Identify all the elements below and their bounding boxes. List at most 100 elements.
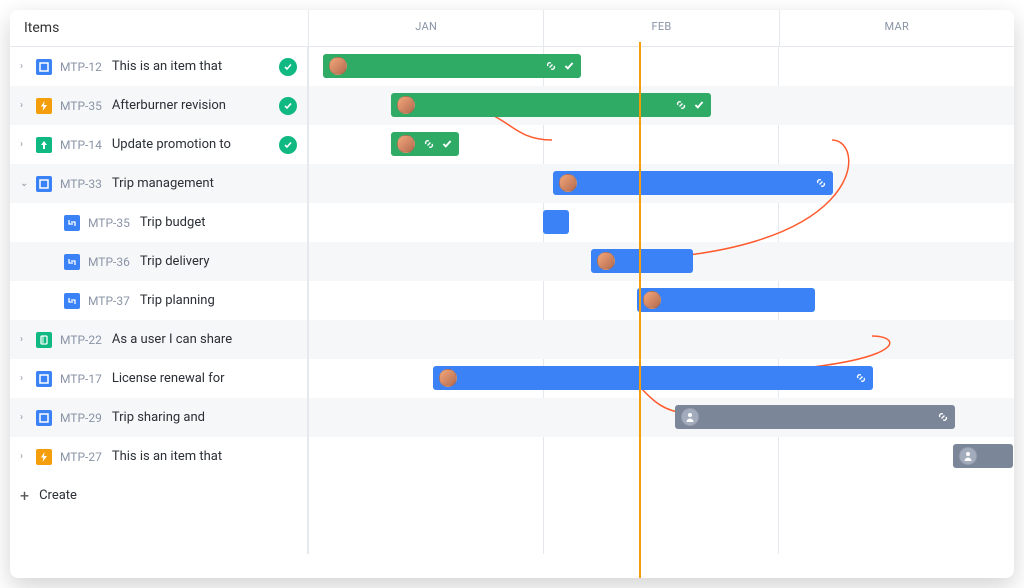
timeline-row <box>308 476 1014 515</box>
link-icon[interactable] <box>675 96 687 115</box>
item-summary[interactable]: As a user I can share <box>112 332 297 347</box>
month-mar: MAR <box>779 10 1014 46</box>
item-row[interactable]: › MTP-35 Afterburner revision <box>10 86 307 125</box>
body: › MTP-12 This is an item that › MTP-35 Afterb… <box>10 47 1014 554</box>
timeline-row[interactable] <box>308 203 1014 242</box>
item-row[interactable]: › MTP-17 License renewal for <box>10 359 307 398</box>
gantt-bar[interactable] <box>675 405 955 429</box>
item-row[interactable]: MTP-35 Trip budget <box>10 203 307 242</box>
item-summary[interactable]: Trip management <box>112 176 297 191</box>
create-button[interactable]: + Create <box>10 476 307 515</box>
sub-type-icon <box>64 215 80 231</box>
link-icon[interactable] <box>423 135 435 154</box>
gantt-bar[interactable] <box>323 54 581 78</box>
chevron-right-icon[interactable]: › <box>20 61 36 72</box>
link-icon[interactable] <box>937 408 949 427</box>
done-check-icon <box>279 97 297 115</box>
item-key[interactable]: MTP-33 <box>60 177 102 191</box>
items-column: › MTP-12 This is an item that › MTP-35 Afterb… <box>10 47 308 554</box>
item-summary[interactable]: Update promotion to <box>112 137 273 152</box>
item-key[interactable]: MTP-22 <box>60 333 102 347</box>
chevron-right-icon[interactable]: › <box>20 412 36 423</box>
item-key[interactable]: MTP-37 <box>88 294 130 308</box>
item-row[interactable]: › MTP-14 Update promotion to <box>10 125 307 164</box>
item-row[interactable]: MTP-36 Trip delivery <box>10 242 307 281</box>
chevron-right-icon[interactable]: › <box>20 139 36 150</box>
item-key[interactable]: MTP-12 <box>60 60 102 74</box>
chevron-right-icon[interactable]: › <box>20 100 36 111</box>
done-check-icon <box>279 136 297 154</box>
gantt-bar[interactable] <box>433 366 873 390</box>
timeline-row[interactable] <box>308 86 1014 125</box>
timeline[interactable] <box>308 47 1014 554</box>
gantt-bar[interactable] <box>953 444 1013 468</box>
item-summary[interactable]: Afterburner revision <box>112 98 273 113</box>
timeline-row[interactable] <box>308 398 1014 437</box>
timeline-row[interactable] <box>308 47 1014 86</box>
item-summary[interactable]: Trip sharing and <box>112 410 297 425</box>
book-type-icon <box>36 332 52 348</box>
gantt-bar[interactable] <box>391 132 459 156</box>
link-icon[interactable] <box>545 57 557 76</box>
gantt-bar[interactable] <box>543 210 569 234</box>
gantt-bar[interactable] <box>391 93 711 117</box>
timeline-row[interactable] <box>308 281 1014 320</box>
link-icon[interactable] <box>855 369 867 388</box>
story-type-icon <box>36 176 52 192</box>
unassigned-avatar-icon[interactable] <box>959 447 977 465</box>
roadmap-board: Items JAN FEB MAR › MTP-12 This is an item… <box>10 10 1014 578</box>
item-row[interactable]: ⌄ MTP-33 Trip management <box>10 164 307 203</box>
avatar[interactable] <box>397 96 415 114</box>
timeline-row[interactable] <box>308 359 1014 398</box>
chevron-right-icon[interactable]: › <box>20 451 36 462</box>
header-row: Items JAN FEB MAR <box>10 10 1014 47</box>
bolt-type-icon <box>36 449 52 465</box>
item-summary[interactable]: License renewal for <box>112 371 297 386</box>
items-header: Items <box>10 10 308 46</box>
avatar[interactable] <box>439 369 457 387</box>
timeline-row[interactable] <box>308 164 1014 203</box>
item-row[interactable]: › MTP-27 This is an item that <box>10 437 307 476</box>
avatar[interactable] <box>559 174 577 192</box>
item-key[interactable]: MTP-29 <box>60 411 102 425</box>
item-key[interactable]: MTP-36 <box>88 255 130 269</box>
chevron-right-icon[interactable]: › <box>20 334 36 345</box>
create-label: Create <box>39 488 77 503</box>
plus-icon: + <box>20 486 29 505</box>
item-row[interactable]: › MTP-22 As a user I can share <box>10 320 307 359</box>
item-key[interactable]: MTP-35 <box>60 99 102 113</box>
item-key[interactable]: MTP-14 <box>60 138 102 152</box>
gantt-bar[interactable] <box>553 171 833 195</box>
avatar[interactable] <box>597 252 615 270</box>
month-jan: JAN <box>308 10 543 46</box>
timeline-row[interactable] <box>308 320 1014 359</box>
timeline-row[interactable] <box>308 242 1014 281</box>
item-key[interactable]: MTP-17 <box>60 372 102 386</box>
story-type-icon <box>36 410 52 426</box>
avatar[interactable] <box>643 291 661 309</box>
timeline-row[interactable] <box>308 125 1014 164</box>
item-summary[interactable]: This is an item that <box>112 449 297 464</box>
item-row[interactable]: › MTP-12 This is an item that <box>10 47 307 86</box>
story-type-icon <box>36 371 52 387</box>
item-key[interactable]: MTP-27 <box>60 450 102 464</box>
item-summary[interactable]: Trip budget <box>140 215 297 230</box>
chevron-down-icon[interactable]: ⌄ <box>20 178 36 189</box>
item-summary[interactable]: This is an item that <box>112 59 273 74</box>
unassigned-avatar-icon[interactable] <box>681 408 699 426</box>
gantt-bar[interactable] <box>637 288 815 312</box>
timeline-row[interactable] <box>308 437 1014 476</box>
gantt-bar[interactable] <box>591 249 693 273</box>
item-row[interactable]: MTP-37 Trip planning <box>10 281 307 320</box>
item-summary[interactable]: Trip planning <box>140 293 297 308</box>
avatar[interactable] <box>329 57 347 75</box>
chevron-right-icon[interactable]: › <box>20 373 36 384</box>
check-icon <box>563 57 575 76</box>
bolt-type-icon <box>36 98 52 114</box>
link-icon[interactable] <box>815 174 827 193</box>
item-key[interactable]: MTP-35 <box>88 216 130 230</box>
done-check-icon <box>279 58 297 76</box>
avatar[interactable] <box>397 135 415 153</box>
item-summary[interactable]: Trip delivery <box>140 254 297 269</box>
item-row[interactable]: › MTP-29 Trip sharing and <box>10 398 307 437</box>
